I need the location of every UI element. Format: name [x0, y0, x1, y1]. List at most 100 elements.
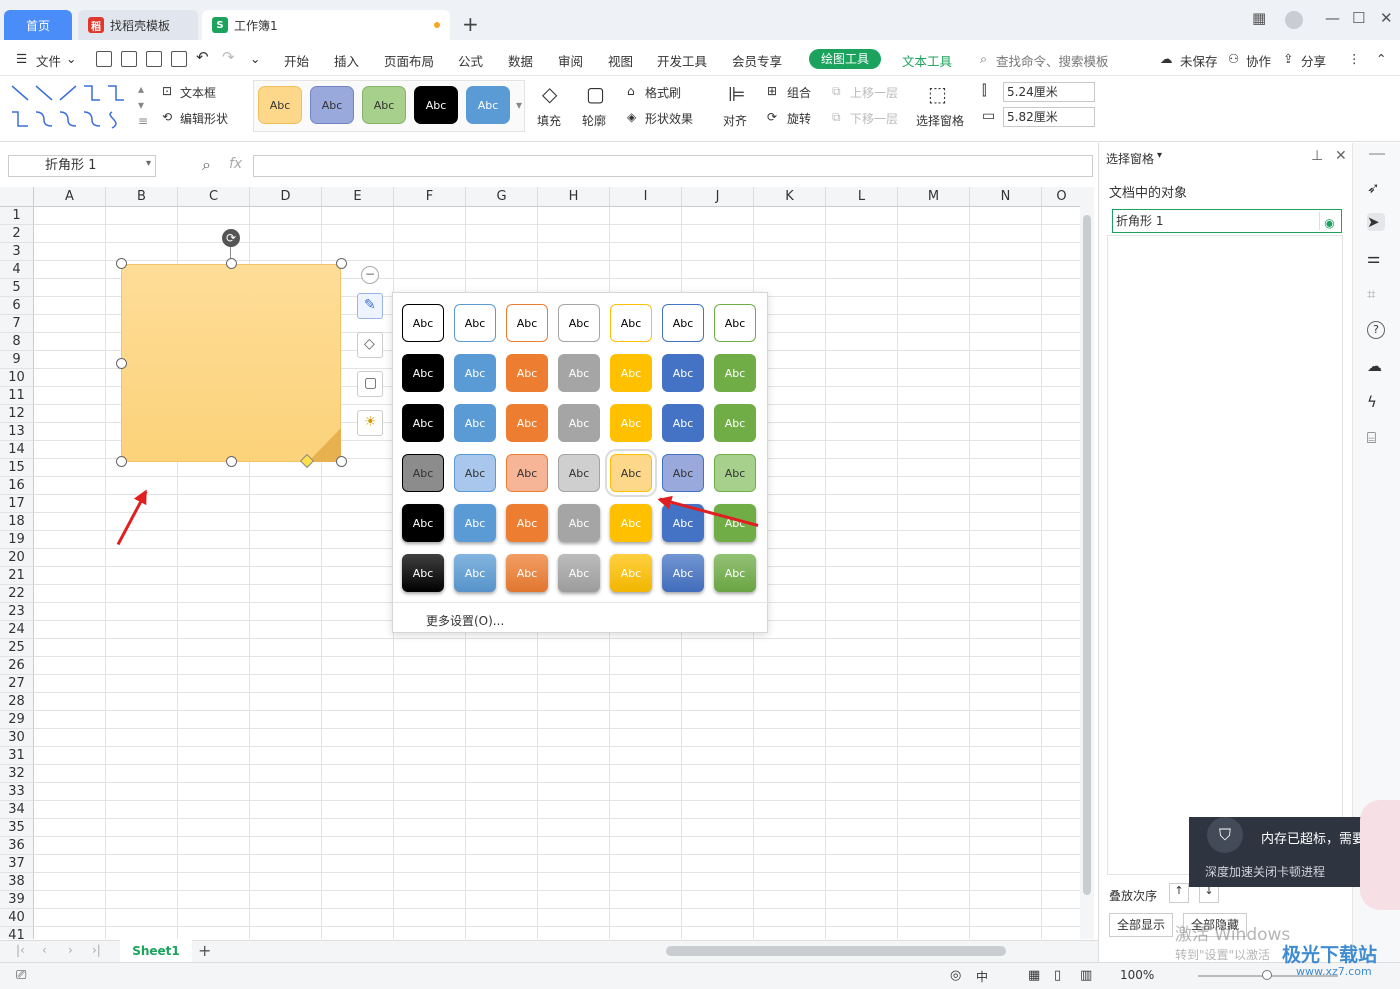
export-pdf-icon[interactable] [121, 51, 137, 67]
style-preset-blue[interactable]: Abc [466, 86, 510, 124]
width-input[interactable]: 5.82厘米 [1003, 107, 1095, 127]
formula-input[interactable] [253, 155, 1093, 177]
menu-insert[interactable]: 插入 [334, 51, 359, 70]
float-effect-button[interactable]: ☀ [357, 410, 383, 436]
tab-template[interactable]: 稻 找稻壳模板 [78, 10, 198, 40]
move-up-icon[interactable]: ↑ [1169, 883, 1189, 903]
command-search[interactable]: 查找命令、搜索模板 [996, 51, 1109, 70]
format-painter-button[interactable]: 格式刷 [645, 84, 681, 101]
style-option-gray-5[interactable]: Abc [558, 504, 600, 542]
style-option-gold-1[interactable]: Abc [610, 304, 652, 342]
style-option-navy-2[interactable]: Abc [662, 354, 704, 392]
row-header[interactable]: 2 [0, 225, 34, 243]
style-option-gold-5[interactable]: Abc [610, 504, 652, 542]
style-option-orange-1[interactable]: Abc [506, 304, 548, 342]
row-header[interactable]: 40 [0, 909, 34, 927]
show-all-button[interactable]: 全部显示 [1109, 913, 1173, 937]
pane-title-dropdown-icon[interactable]: ▾ [1157, 150, 1162, 161]
style-option-green-1[interactable]: Abc [714, 304, 756, 342]
style-option-gold-6[interactable]: Abc [610, 554, 652, 592]
print-preview-icon[interactable] [171, 51, 187, 67]
style-option-green-2[interactable]: Abc [714, 354, 756, 392]
row-header[interactable]: 37 [0, 855, 34, 873]
style-option-orange-3[interactable]: Abc [506, 404, 548, 442]
gallery-up-icon[interactable]: ▴ [138, 82, 144, 96]
row-header[interactable]: 20 [0, 549, 34, 567]
last-sheet-icon[interactable]: ›| [92, 943, 101, 957]
undo-icon[interactable]: ↶ [196, 48, 209, 66]
style-option-gold-4[interactable]: Abc [605, 449, 657, 497]
menu-review[interactable]: 审阅 [558, 51, 583, 70]
row-header[interactable]: 17 [0, 495, 34, 513]
textbox-button[interactable]: 文本框 [180, 84, 216, 101]
search-icon[interactable]: ⌕ [980, 51, 987, 67]
column-header[interactable]: N [970, 187, 1042, 207]
style-option-navy-1[interactable]: Abc [662, 304, 704, 342]
tab-text-tool[interactable]: 文本工具 [902, 51, 952, 70]
column-header[interactable]: A [34, 187, 106, 207]
name-box[interactable]: 折角形 1 [8, 155, 156, 177]
column-header[interactable]: M [898, 187, 970, 207]
row-header[interactable]: 10 [0, 369, 34, 387]
style-option-gold-3[interactable]: Abc [610, 404, 652, 442]
style-option-blue-2[interactable]: Abc [454, 354, 496, 392]
book-search-icon[interactable]: ⌸ [1367, 429, 1385, 447]
row-header[interactable]: 23 [0, 603, 34, 621]
object-list-item[interactable]: 折角形 1 ◉ [1112, 209, 1342, 233]
row-header[interactable]: 27 [0, 675, 34, 693]
style-option-green-6[interactable]: Abc [714, 554, 756, 592]
row-header[interactable]: 31 [0, 747, 34, 765]
row-header[interactable]: 22 [0, 585, 34, 603]
row-header[interactable]: 24 [0, 621, 34, 639]
style-option-gray-1[interactable]: Abc [558, 304, 600, 342]
row-header[interactable]: 18 [0, 513, 34, 531]
prev-sheet-icon[interactable]: ‹ [42, 943, 47, 957]
style-option-black-4[interactable]: Abc [402, 454, 444, 492]
horizontal-scroll-thumb[interactable] [666, 946, 1006, 956]
next-sheet-icon[interactable]: › [68, 943, 73, 957]
rotate-button[interactable]: 旋转 [787, 110, 811, 127]
sheet-tab-sheet1[interactable]: Sheet1 [120, 940, 192, 962]
quick-access-more-icon[interactable]: ⌄ [250, 51, 260, 66]
row-header[interactable]: 30 [0, 729, 34, 747]
style-preset-green[interactable]: Abc [362, 86, 406, 124]
style-option-gray-2[interactable]: Abc [558, 354, 600, 392]
style-option-gold-2[interactable]: Abc [610, 354, 652, 392]
page-break-view-icon[interactable]: ▥ [1080, 968, 1092, 983]
menu-formula[interactable]: 公式 [458, 51, 483, 70]
style-option-black-1[interactable]: Abc [402, 304, 444, 342]
style-gallery-more-icon[interactable]: ▾ [516, 98, 522, 112]
more-icon[interactable]: ⋮ [1348, 51, 1361, 66]
row-header[interactable]: 26 [0, 657, 34, 675]
row-header[interactable]: 7 [0, 315, 34, 333]
pane-close-icon[interactable]: ✕ [1335, 148, 1347, 164]
pane-title[interactable]: 选择窗格 [1106, 150, 1154, 167]
collab-button[interactable]: 协作 [1246, 51, 1271, 70]
avatar[interactable] [1285, 11, 1303, 29]
hamburger-icon[interactable]: ☰ [16, 51, 27, 66]
row-header[interactable]: 29 [0, 711, 34, 729]
column-header[interactable]: B [106, 187, 178, 207]
menu-file[interactable]: 文件 [36, 51, 61, 70]
crop-icon[interactable]: ⌗ [1367, 285, 1385, 303]
tab-home[interactable]: 首页 [4, 10, 72, 40]
style-option-blue-6[interactable]: Abc [454, 554, 496, 592]
style-option-navy-6[interactable]: Abc [662, 554, 704, 592]
print-icon[interactable] [146, 51, 162, 67]
edit-shape-button[interactable]: 编辑形状 [180, 110, 228, 127]
style-option-black-6[interactable]: Abc [402, 554, 444, 592]
minimize-icon[interactable]: — [1325, 9, 1340, 27]
vertical-scrollbar[interactable] [1080, 187, 1094, 939]
shape-effect-button[interactable]: 形状效果 [645, 110, 693, 127]
style-option-gray-4[interactable]: Abc [558, 454, 600, 492]
bring-forward-button[interactable]: 上移一层 [850, 84, 898, 101]
row-header[interactable]: 19 [0, 531, 34, 549]
height-input[interactable]: 5.24厘米 [1003, 82, 1095, 102]
column-header[interactable]: J [682, 187, 754, 207]
style-option-green-4[interactable]: Abc [714, 454, 756, 492]
apps-grid-icon[interactable]: ▦ [1252, 9, 1266, 27]
style-option-black-3[interactable]: Abc [402, 404, 444, 442]
row-header[interactable]: 32 [0, 765, 34, 783]
menu-member[interactable]: 会员专享 [732, 51, 782, 70]
column-header[interactable]: O [1042, 187, 1080, 207]
